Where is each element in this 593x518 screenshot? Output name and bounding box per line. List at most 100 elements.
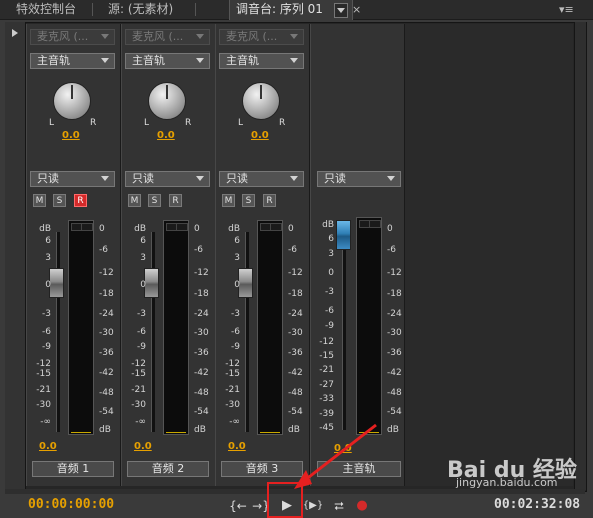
volume-fader-handle[interactable] [144, 268, 159, 298]
fader-scale-tick: -3 [42, 309, 51, 319]
panel-tab-bar: 特效控制台 源: (无素材) 调音台: 序列 01 × ▾≡ [0, 0, 593, 20]
chevron-down-icon [196, 34, 204, 39]
mute-button[interactable]: M [222, 194, 235, 207]
tab-effect-controls[interactable]: 特效控制台 [16, 0, 76, 19]
level-meter [163, 220, 189, 435]
meter-scale-tick: -6 [288, 245, 297, 255]
fader-scale-tick: -9 [325, 321, 334, 331]
output-track-dropdown[interactable]: 主音轨 [219, 53, 304, 69]
automation-mode-label: 只读 [37, 172, 59, 185]
expand-triangle-icon[interactable] [12, 29, 18, 37]
fader-scale-tick: 3 [328, 249, 334, 259]
automation-mode-dropdown[interactable]: 只读 [125, 171, 210, 187]
mixer-empty-area [405, 24, 573, 486]
go-to-in-point-icon[interactable]: {← [229, 498, 247, 514]
output-track-dropdown[interactable]: 主音轨 [125, 53, 210, 69]
meter-scale-tick: -24 [99, 309, 114, 319]
channel-strip: 麦克风 (... 主音轨 L R 0.0 只读 M S R 0.0 音频 3 d… [215, 24, 310, 486]
fader-value[interactable]: 0.0 [134, 441, 152, 452]
master-fader-value[interactable]: 0.0 [334, 443, 352, 454]
fader-scale-tick: -∞ [135, 417, 146, 427]
track-name: 音频 3 [221, 461, 303, 477]
fader-scale-tick: -21 [225, 385, 240, 395]
chevron-down-icon [101, 34, 109, 39]
meter-scale-tick: -6 [194, 245, 203, 255]
panel-menu-icon[interactable]: ▾≡ [559, 0, 574, 19]
track-name: 音频 2 [127, 461, 209, 477]
meter-scale-tick: dB [99, 425, 111, 435]
fader-value[interactable]: 0.0 [39, 441, 57, 452]
record-enable-button[interactable]: R [169, 194, 182, 207]
vertical-scrollbar[interactable] [574, 22, 586, 490]
fader-scale-tick: -30 [225, 400, 240, 410]
output-track-label: 主音轨 [226, 54, 259, 67]
pan-knob[interactable] [53, 82, 91, 120]
volume-fader-track[interactable] [56, 232, 60, 432]
pan-value[interactable]: 0.0 [251, 130, 269, 141]
automation-mode-dropdown[interactable]: 只读 [219, 171, 304, 187]
meter-clip-indicator-right [270, 223, 282, 231]
volume-fader-handle[interactable] [238, 268, 253, 298]
pan-knob[interactable] [148, 82, 186, 120]
solo-button[interactable]: S [148, 194, 161, 207]
automation-mode-label: 只读 [226, 172, 248, 185]
current-timecode[interactable]: 00:00:00:00 [28, 497, 114, 512]
meter-scale-tick: -36 [99, 348, 114, 358]
meter-scale-tick: -24 [387, 309, 402, 319]
input-device-dropdown[interactable]: 麦克风 (... [125, 29, 210, 45]
input-device-dropdown[interactable]: 麦克风 (... [30, 29, 115, 45]
output-track-dropdown[interactable]: 主音轨 [30, 53, 115, 69]
meter-scale-tick: -18 [387, 289, 402, 299]
pan-knob[interactable] [242, 82, 280, 120]
meter-scale-tick: -30 [194, 328, 209, 338]
fader-scale-tick: -12 [131, 359, 146, 369]
fader-scale-tick: -3 [137, 309, 146, 319]
master-fader-track[interactable] [342, 220, 346, 430]
meter-floor [359, 432, 379, 433]
loop-icon[interactable]: ⮂ [330, 498, 348, 514]
volume-fader-track[interactable] [151, 232, 155, 432]
solo-button[interactable]: S [242, 194, 255, 207]
meter-scale-tick: -54 [387, 407, 402, 417]
meter-scale-tick: 0 [194, 224, 200, 234]
record-icon[interactable]: ● [353, 498, 371, 514]
meter-scale-tick: -12 [194, 268, 209, 278]
master-automation-mode-dropdown[interactable]: 只读 [317, 171, 401, 187]
meter-scale-tick: -54 [99, 407, 114, 417]
master-fader-handle[interactable] [336, 220, 351, 250]
record-enable-button[interactable]: R [263, 194, 276, 207]
sequence-dropdown[interactable] [334, 3, 348, 18]
master-channel-strip: 只读 dB 6 3 0 -3 -6 -9 -12 -15 -21 -27 -33 -39 -45 0 -6 -… [310, 24, 405, 486]
fader-scale-tick: -30 [36, 400, 51, 410]
solo-button[interactable]: S [53, 194, 66, 207]
watermark-url: jingyan.baidu.com [456, 476, 558, 489]
mute-button[interactable]: M [33, 194, 46, 207]
meter-clip-indicator-right [369, 220, 381, 228]
fader-scale-tick: -6 [42, 327, 51, 337]
pan-value[interactable]: 0.0 [157, 130, 175, 141]
pan-value[interactable]: 0.0 [62, 130, 80, 141]
level-meter [68, 220, 94, 435]
mute-button[interactable]: M [128, 194, 141, 207]
tab-source-monitor[interactable]: 源: (无素材) [108, 0, 173, 19]
volume-fader-track[interactable] [245, 232, 249, 432]
fader-scale-tick: -9 [42, 342, 51, 352]
fader-scale-tick: -3 [231, 309, 240, 319]
chevron-down-icon [387, 176, 395, 181]
close-tab-icon[interactable]: × [352, 0, 361, 19]
meter-scale-tick: -36 [194, 348, 209, 358]
record-enable-button[interactable]: R [74, 194, 87, 207]
mixer-left-strip [5, 22, 26, 490]
output-track-label: 主音轨 [37, 54, 70, 67]
input-device-label: 麦克风 (... [226, 30, 278, 43]
play-in-to-out-icon[interactable]: {▶} [302, 498, 324, 514]
fader-scale-tick: -21 [131, 385, 146, 395]
fader-scale-tick: -39 [319, 409, 334, 419]
fader-scale-tick: -6 [231, 327, 240, 337]
meter-scale-tick: -42 [194, 368, 209, 378]
automation-mode-dropdown[interactable]: 只读 [30, 171, 115, 187]
volume-fader-handle[interactable] [49, 268, 64, 298]
fader-value[interactable]: 0.0 [228, 441, 246, 452]
play-button-highlight [267, 482, 303, 518]
input-device-dropdown[interactable]: 麦克风 (... [219, 29, 304, 45]
